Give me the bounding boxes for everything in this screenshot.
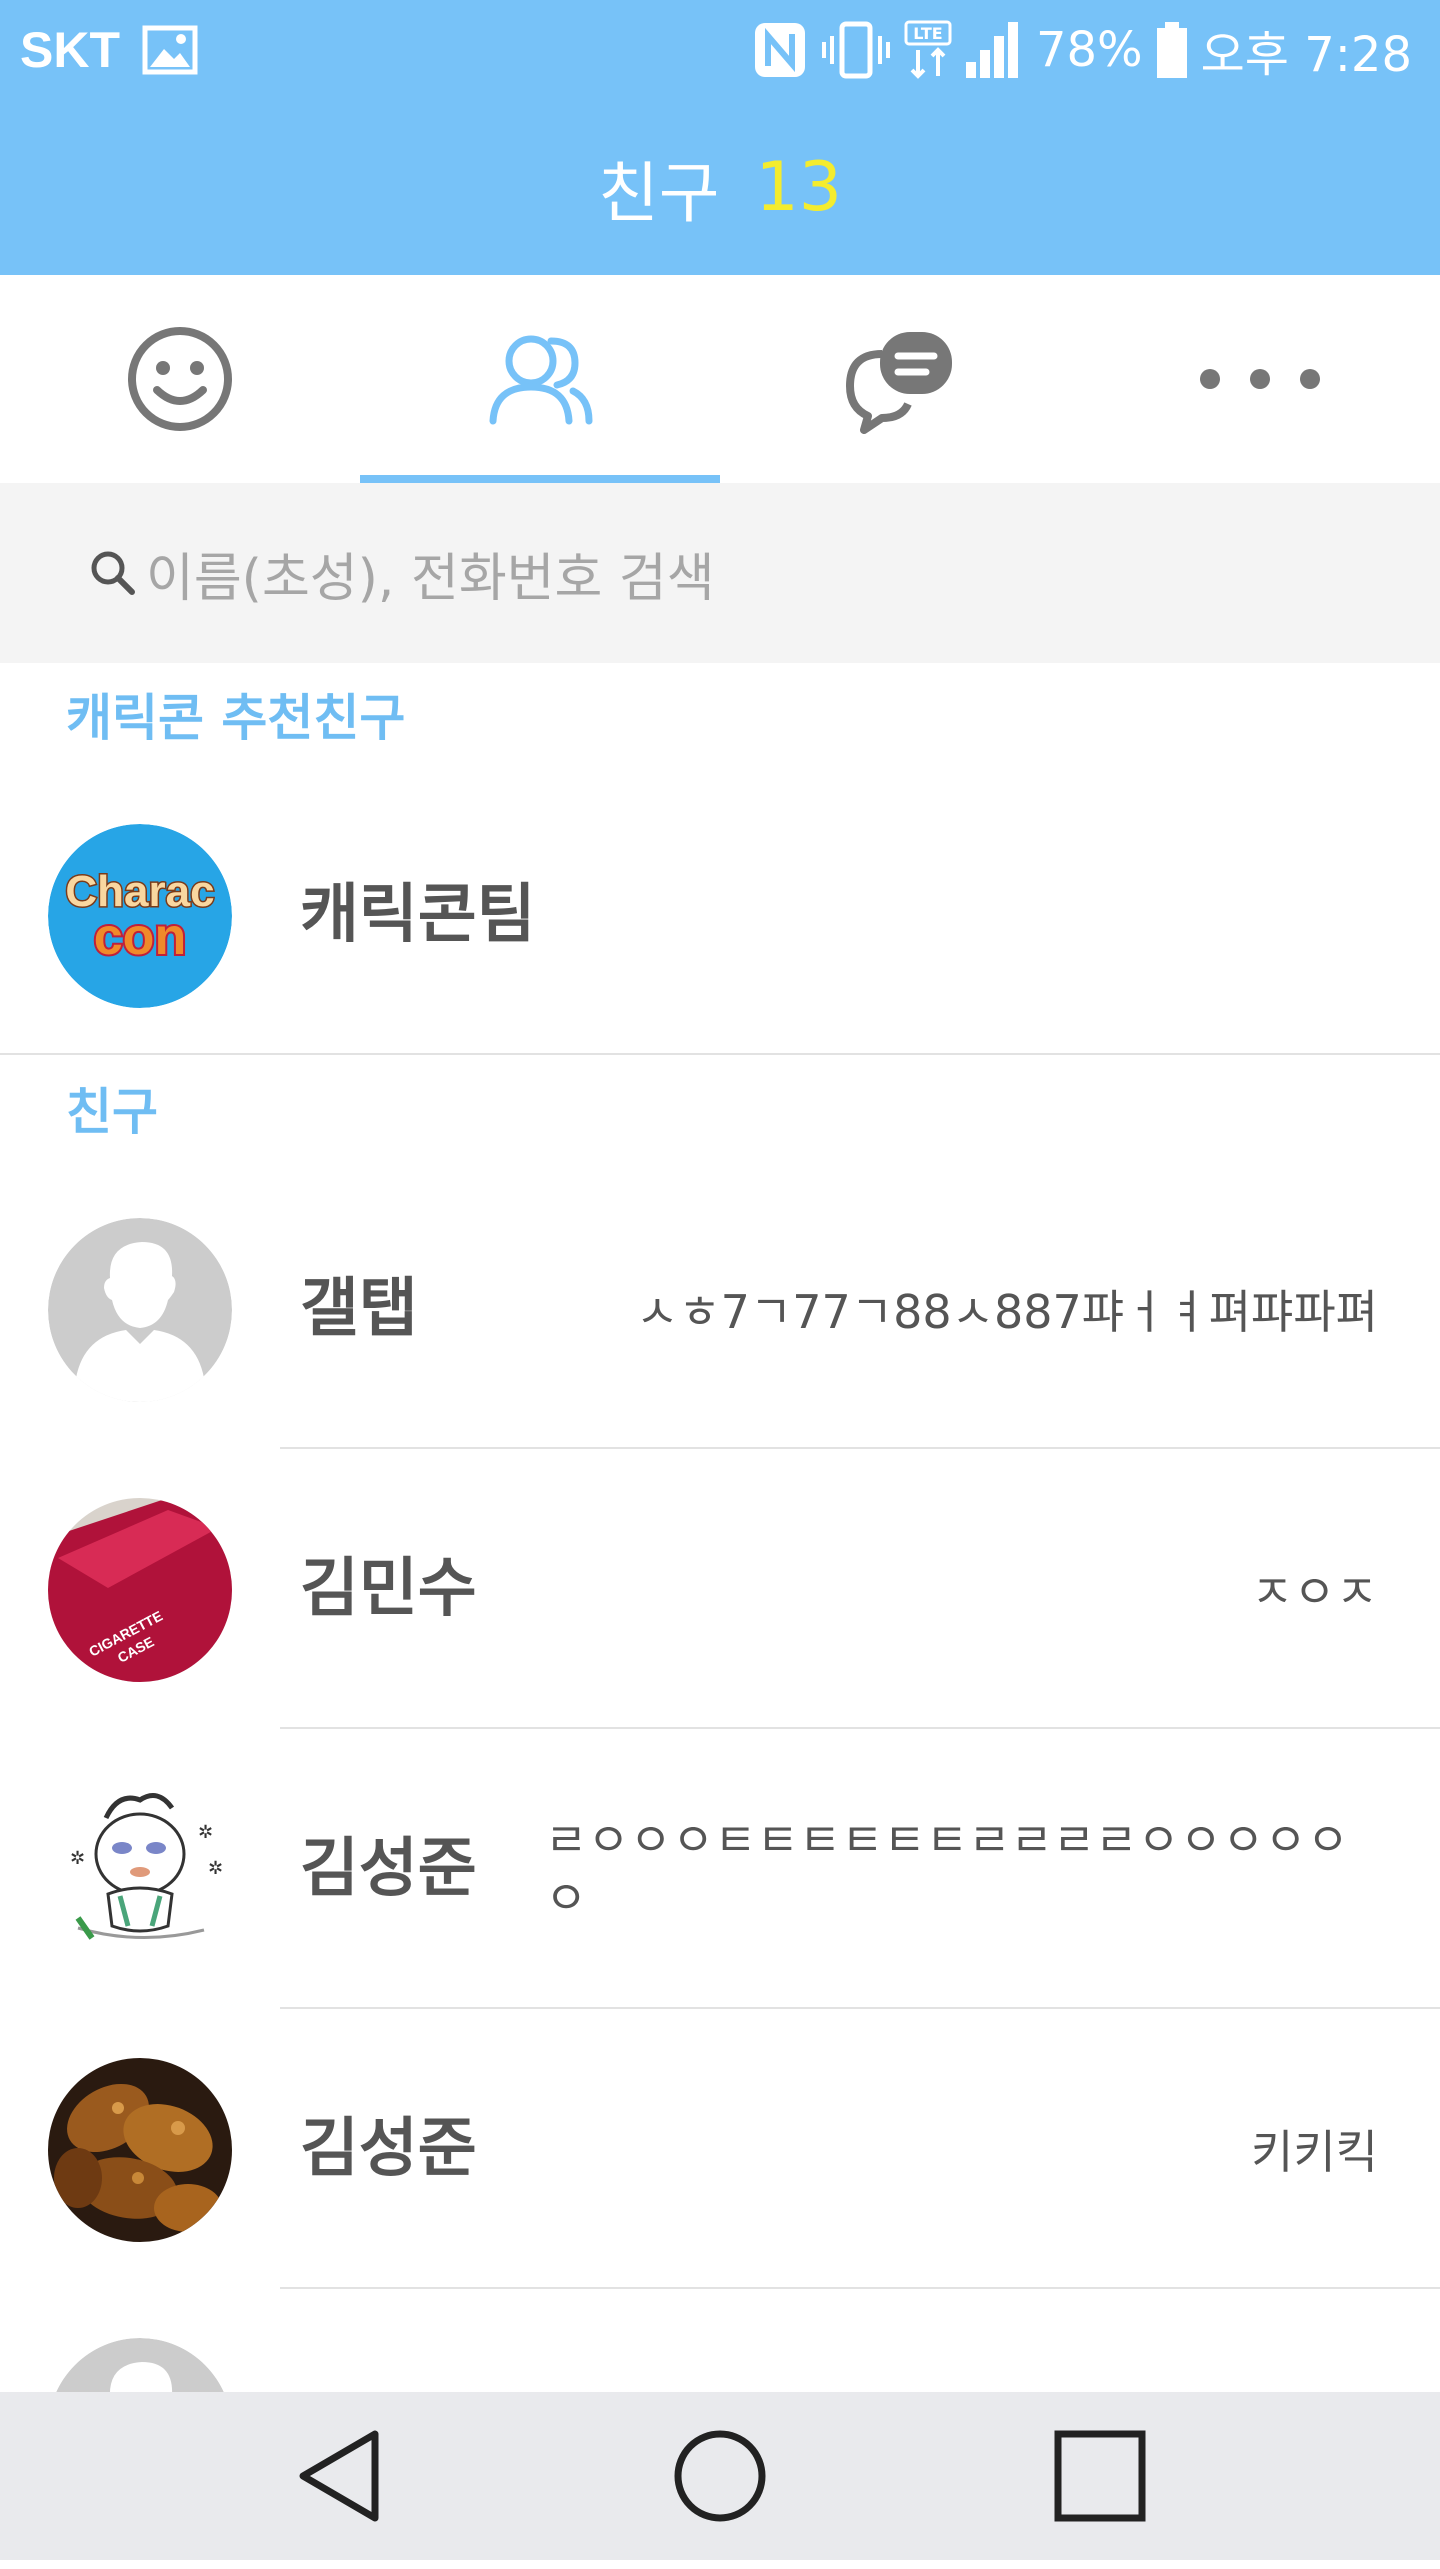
clock: 오후 7:28	[1200, 27, 1412, 83]
recents-button[interactable]	[1020, 2392, 1180, 2560]
vibrate-icon	[821, 21, 890, 79]
signal-icon	[965, 22, 1018, 78]
default-avatar	[48, 1218, 232, 1402]
section-header-friends: 친구	[0, 1057, 1440, 1171]
recents-square-icon	[1054, 2430, 1146, 2522]
friend-name: 갤탭	[300, 1272, 418, 1346]
fried-chicken-avatar	[48, 2058, 232, 2242]
carrier-label: SKT	[20, 22, 120, 78]
tab-bar	[0, 275, 1440, 483]
status-bar: SKT LTE 78% 오후 7:28	[0, 0, 1440, 100]
chat-bubbles-icon	[846, 332, 952, 434]
friend-row[interactable]: 김성준 키키킥	[0, 2009, 1440, 2289]
tab-more[interactable]	[1080, 275, 1440, 483]
gallery-notification-icon	[142, 25, 198, 75]
friend-status-message: ㅈㅇㅈ	[1251, 1565, 1378, 1619]
search-input[interactable]: 이름(초성), 전화번호 검색	[90, 538, 1290, 609]
search-area: 이름(초성), 전화번호 검색	[0, 483, 1440, 663]
back-button[interactable]	[260, 2392, 420, 2560]
characcon-logo-avatar: Charac con	[48, 824, 232, 1008]
friend-row[interactable]: CIGARETTE CASE 김민수 ㅈㅇㅈ	[0, 1449, 1440, 1729]
smiley-icon	[128, 327, 232, 431]
navigation-bar	[0, 2392, 1440, 2560]
cartoon-character-avatar: ✲ ✲ ✲	[48, 1778, 232, 1962]
friend-name: 캐릭콘팀	[300, 878, 536, 952]
home-button[interactable]	[640, 2392, 800, 2560]
battery-icon	[1156, 22, 1187, 78]
svg-text:✲: ✲	[208, 1858, 223, 1879]
friends-icon	[489, 335, 593, 425]
svg-text:✲: ✲	[198, 1822, 213, 1843]
recommended-friend-row[interactable]: Charac con 캐릭콘팀	[0, 775, 1440, 1055]
tab-friends[interactable]	[360, 275, 720, 483]
friend-status-message: ㄹㅇㅇㅇㅌㅌㅌㅌㅌㅌㄹㄹㄹㄹㅇㅇㅇㅇㅇㅇ	[545, 1813, 1350, 1925]
divider	[0, 1053, 1440, 1055]
friend-name: 김성준	[300, 2112, 477, 2186]
more-dots-icon	[1200, 369, 1320, 389]
section-title-friends: 친구	[66, 1083, 158, 1141]
lte-icon: LTE	[904, 20, 952, 79]
section-header-recommended: 캐릭콘 추천친구	[0, 663, 1440, 777]
section-title-recommended: 캐릭콘 추천친구	[66, 689, 406, 747]
friend-row[interactable]: 갤탭 ㅅㅎ7ㄱ77ㄱ88ㅅ887퍄ㅓㅕ펴퍄파펴	[0, 1169, 1440, 1449]
page-title: 친구	[598, 154, 720, 232]
active-tab-indicator	[360, 475, 720, 483]
logo-text-bottom: con	[94, 908, 186, 966]
friend-count: 13	[755, 148, 842, 227]
tab-emoticon[interactable]	[0, 275, 360, 483]
tab-chats[interactable]	[720, 275, 1080, 483]
back-triangle-icon	[299, 2430, 379, 2522]
cigarette-case-avatar: CIGARETTE CASE	[48, 1498, 232, 1682]
home-circle-icon	[674, 2430, 766, 2522]
battery-percent: 78%	[1035, 22, 1143, 78]
app-header: 친구 13	[0, 100, 1440, 275]
nfc-icon	[754, 23, 805, 77]
svg-text:LTE: LTE	[913, 24, 942, 43]
friend-row[interactable]: ✲ ✲ ✲ 김성준 ㄹㅇㅇㅇㅌㅌㅌㅌㅌㅌㄹㄹㄹㄹㅇㅇㅇㅇㅇㅇ	[0, 1729, 1440, 2009]
search-placeholder: 이름(초성), 전화번호 검색	[146, 548, 715, 609]
search-icon	[91, 551, 135, 595]
friend-name: 김성준	[300, 1832, 477, 1906]
friend-status-message: ㅅㅎ7ㄱ77ㄱ88ㅅ887퍄ㅓㅕ펴퍄파펴	[636, 1285, 1378, 1339]
friend-status-message: 키키킥	[1251, 2125, 1378, 2179]
svg-text:✲: ✲	[70, 1848, 85, 1869]
friend-name: 김민수	[300, 1552, 477, 1626]
